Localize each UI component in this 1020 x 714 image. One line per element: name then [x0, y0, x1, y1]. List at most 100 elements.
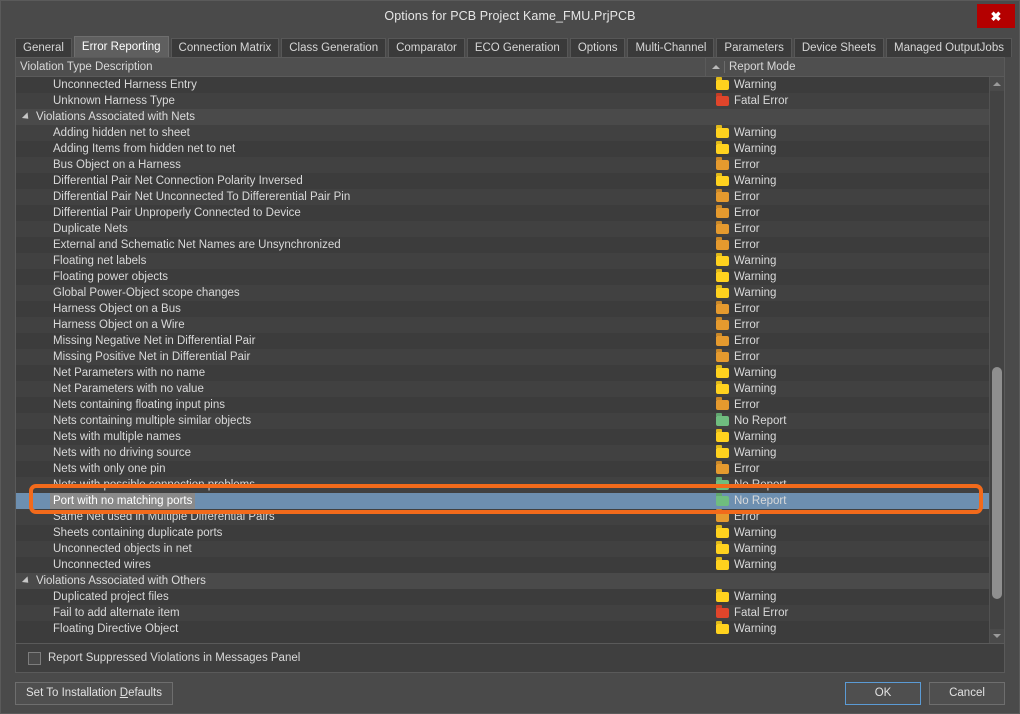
violation-type-row[interactable]: Harness Object on a Wire Error — [16, 317, 989, 333]
set-to-installation-defaults-button[interactable]: Set To Installation Defaults — [15, 681, 173, 705]
violation-type-row[interactable]: Floating net labels Warning — [16, 253, 989, 269]
report-mode-cell[interactable]: No Report — [706, 413, 989, 429]
tab-error-reporting[interactable]: Error Reporting — [73, 36, 169, 57]
violation-type-row[interactable]: Adding hidden net to sheet Warning — [16, 125, 989, 141]
tab-comparator[interactable]: Comparator — [388, 38, 465, 57]
violation-type-row[interactable]: Sheets containing duplicate ports Warning — [16, 525, 989, 541]
violation-type-row[interactable]: Port with no matching ports No Report — [16, 493, 989, 509]
tab-multi-channel[interactable]: Multi-Channel — [627, 38, 715, 57]
scroll-up-arrow-icon[interactable] — [990, 77, 1004, 91]
violation-type-row[interactable]: Duplicate Nets Error — [16, 221, 989, 237]
ok-button[interactable]: OK — [845, 681, 921, 705]
report-mode-cell[interactable]: Error — [706, 189, 989, 205]
report-mode-cell[interactable]: Warning — [706, 173, 989, 189]
tab-managed-outputjobs[interactable]: Managed OutputJobs — [886, 38, 1012, 57]
report-mode-cell[interactable]: Warning — [706, 269, 989, 285]
violation-type-row[interactable]: Unknown Harness Type Fatal Error — [16, 93, 989, 109]
violation-type-row[interactable]: Nets with multiple names Warning — [16, 429, 989, 445]
tab-general[interactable]: General — [15, 38, 72, 57]
violation-type-row[interactable]: Adding Items from hidden net to net Warni… — [16, 141, 989, 157]
violation-type-row[interactable]: Harness Object on a Bus Error — [16, 301, 989, 317]
tab-options[interactable]: Options — [569, 38, 626, 57]
violation-type-row[interactable]: Nets containing floating input pins Error — [16, 397, 989, 413]
report-mode-cell[interactable]: Error — [706, 349, 989, 365]
violation-type-row[interactable]: Differential Pair Net Connection Polarit… — [16, 173, 989, 189]
violation-type-row[interactable]: Duplicated project files Warning — [16, 589, 989, 605]
tab-class-generation[interactable]: Class Generation — [281, 38, 387, 57]
violation-type-row[interactable]: Differential Pair Net Unconnected To Dif… — [16, 189, 989, 205]
column-header-report-mode[interactable]: Report Mode — [706, 58, 1004, 76]
report-mode-cell[interactable]: Warning — [706, 621, 989, 637]
violation-type-row[interactable]: Unconnected Harness Entry Warning — [16, 77, 989, 93]
violation-type-row[interactable]: Global Power-Object scope changes Warning — [16, 285, 989, 301]
scrollbar-thumb[interactable] — [992, 367, 1002, 599]
violation-group-row[interactable]: Violations Associated with Others — [16, 573, 989, 589]
tab-connection-matrix[interactable]: Connection Matrix — [170, 38, 280, 57]
report-mode-cell[interactable]: Warning — [706, 141, 989, 157]
report-mode-cell[interactable]: Warning — [706, 77, 989, 93]
violation-type-row[interactable]: Same Net used in Multiple Differential P… — [16, 509, 989, 525]
report-mode-cell[interactable]: Error — [706, 221, 989, 237]
scroll-down-arrow-icon[interactable] — [990, 629, 1004, 643]
violation-type-row[interactable]: Nets containing multiple similar objects… — [16, 413, 989, 429]
report-mode-cell[interactable]: Warning — [706, 365, 989, 381]
vertical-scrollbar[interactable] — [989, 77, 1004, 643]
violation-type-row[interactable]: Net Parameters with no value Warning — [16, 381, 989, 397]
violation-description-text: Floating net labels — [53, 255, 147, 267]
report-mode-cell[interactable]: Fatal Error — [706, 93, 989, 109]
violation-group-row[interactable]: Violations Associated with Nets — [16, 109, 989, 125]
violation-type-row[interactable]: Missing Negative Net in Differential Pai… — [16, 333, 989, 349]
dialog-footer: Set To Installation Defaults OK Cancel — [1, 673, 1019, 713]
expand-collapse-triangle-icon[interactable] — [21, 112, 32, 122]
report-mode-cell[interactable]: Warning — [706, 125, 989, 141]
report-mode-cell[interactable]: Error — [706, 333, 989, 349]
close-icon[interactable]: ✖ — [977, 4, 1015, 28]
violation-type-row[interactable]: Nets with only one pin Error — [16, 461, 989, 477]
violation-type-list[interactable]: Unconnected Harness Entry Warning Unknown … — [16, 77, 989, 643]
report-mode-cell[interactable]: Error — [706, 509, 989, 525]
report-mode-cell[interactable]: Warning — [706, 541, 989, 557]
report-mode-cell[interactable]: Warning — [706, 253, 989, 269]
folder-icon — [716, 256, 729, 266]
violation-description-text: Missing Positive Net in Differential Pai… — [53, 351, 251, 363]
report-mode-cell[interactable]: Error — [706, 205, 989, 221]
violation-type-row[interactable]: External and Schematic Net Names are Uns… — [16, 237, 989, 253]
report-mode-cell[interactable]: Warning — [706, 557, 989, 573]
column-header-violation-type-description[interactable]: Violation Type Description — [16, 58, 706, 76]
report-mode-cell[interactable]: Error — [706, 301, 989, 317]
report-mode-cell[interactable]: Warning — [706, 381, 989, 397]
report-mode-cell[interactable]: Error — [706, 317, 989, 333]
report-mode-cell[interactable]: Warning — [706, 589, 989, 605]
violation-type-row[interactable]: Net Parameters with no name Warning — [16, 365, 989, 381]
violation-type-row[interactable]: Nets with no driving source Warning — [16, 445, 989, 461]
violation-type-row[interactable]: Fail to add alternate item Fatal Error — [16, 605, 989, 621]
report-mode-cell[interactable]: Fatal Error — [706, 605, 989, 621]
window-title: Options for PCB Project Kame_FMU.PrjPCB — [384, 9, 636, 23]
report-mode-cell[interactable]: Warning — [706, 429, 989, 445]
violation-type-row[interactable]: Bus Object on a Harness Error — [16, 157, 989, 173]
folder-icon — [716, 208, 729, 218]
tab-eco-generation[interactable]: ECO Generation — [466, 38, 568, 57]
report-mode-cell[interactable]: Error — [706, 461, 989, 477]
report-mode-cell[interactable]: Error — [706, 237, 989, 253]
cancel-button[interactable]: Cancel — [929, 681, 1005, 705]
report-mode-cell[interactable]: No Report — [706, 477, 989, 493]
report-mode-cell[interactable]: No Report — [706, 493, 989, 509]
violation-type-row[interactable]: Missing Positive Net in Differential Pai… — [16, 349, 989, 365]
report-suppressed-violations-checkbox[interactable] — [28, 651, 41, 665]
report-mode-cell[interactable]: Warning — [706, 525, 989, 541]
tab-device-sheets[interactable]: Device Sheets — [793, 38, 885, 57]
violation-type-row[interactable]: Floating power objects Warning — [16, 269, 989, 285]
violation-type-row[interactable]: Nets with possible connection problems No… — [16, 477, 989, 493]
violation-type-row[interactable]: Floating Directive Object Warning — [16, 621, 989, 637]
violation-type-row[interactable]: Unconnected objects in net Warning — [16, 541, 989, 557]
expand-collapse-triangle-icon[interactable] — [21, 576, 32, 586]
violation-type-row[interactable]: Unconnected wires Warning — [16, 557, 989, 573]
violation-type-row[interactable]: Differential Pair Unproperly Connected t… — [16, 205, 989, 221]
report-mode-cell[interactable]: Warning — [706, 445, 989, 461]
tab-parameters[interactable]: Parameters — [716, 38, 792, 57]
report-mode-cell[interactable]: Error — [706, 397, 989, 413]
arrow-up-glyph — [993, 82, 1001, 86]
report-mode-cell[interactable]: Warning — [706, 285, 989, 301]
report-mode-cell[interactable]: Error — [706, 157, 989, 173]
